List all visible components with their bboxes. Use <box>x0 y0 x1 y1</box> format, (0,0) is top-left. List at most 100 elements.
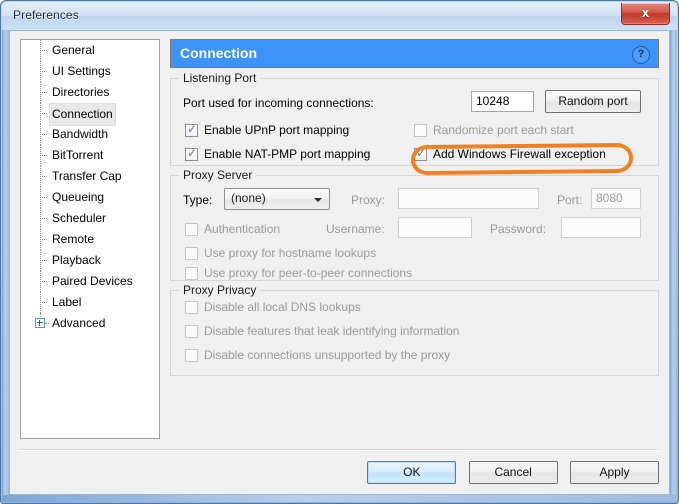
tree-line <box>40 197 47 199</box>
sidebar-item-label: Paired Devices <box>52 274 133 288</box>
proxy-type-value: (none) <box>231 191 266 205</box>
sidebar-item-label: Queueing <box>52 190 105 204</box>
proxy-username-input[interactable] <box>398 217 472 238</box>
settings-pane: Connection ? Listening Port Port used fo… <box>170 39 659 439</box>
window-title: Preferences <box>13 8 79 22</box>
checkbox-label: Enable UPnP port mapping <box>204 123 350 137</box>
footer-separator <box>20 449 659 451</box>
checkbox-box <box>185 349 198 362</box>
check-icon: ✓ <box>187 122 198 136</box>
sidebar-item-label: Directories <box>52 85 110 99</box>
proxy-privacy-group-title: Proxy Privacy <box>179 283 261 297</box>
tree-line <box>40 302 47 304</box>
tree-line <box>40 113 47 115</box>
help-icon[interactable]: ? <box>632 46 650 64</box>
sidebar-item-advanced[interactable]: Advanced <box>21 313 159 334</box>
sidebar-item-label: Advanced <box>52 316 106 330</box>
sidebar-item-label: UI Settings <box>52 64 111 78</box>
sidebar-item-transfer-cap[interactable]: Transfer Cap <box>21 166 159 187</box>
checkbox-label: Use proxy for peer-to-peer connections <box>204 266 413 280</box>
sidebar-item-label: Remote <box>52 232 95 246</box>
sidebar-item-bittorrent[interactable]: BitTorrent <box>21 145 159 166</box>
proxy-host-input[interactable] <box>398 188 539 209</box>
checkbox-label: Randomize port each start <box>433 123 574 137</box>
proxy-port-label: Port: <box>557 193 583 207</box>
sidebar-item-connection[interactable]: Connection <box>21 103 159 126</box>
check-icon: ✓ <box>416 146 427 160</box>
tree-line <box>40 50 47 52</box>
checkbox-label: Disable connections unsupported by the p… <box>204 348 451 362</box>
random-port-button[interactable]: Random port <box>545 90 641 113</box>
proxy-server-group: Proxy Server Type: (none) Proxy: Port: 8… <box>170 168 659 281</box>
proxy-password-input[interactable] <box>561 217 641 238</box>
checkbox-label: Disable all local DNS lookups <box>204 300 361 314</box>
checkbox-box: ✓ <box>414 146 427 161</box>
checkbox-box <box>185 223 198 236</box>
proxy-privacy-group: Proxy Privacy Disable all local DNS look… <box>170 283 659 376</box>
checkbox-label: Add Windows Firewall exception <box>433 147 606 161</box>
check-icon: ✓ <box>187 146 198 160</box>
listening-port-group: Listening Port Port used for incoming co… <box>170 71 659 166</box>
sidebar-item-label: Scheduler <box>52 211 107 225</box>
checkbox-box <box>414 124 427 137</box>
tree-line <box>40 71 47 73</box>
listening-port-group-title: Listening Port <box>179 71 261 85</box>
sidebar-item-remote[interactable]: Remote <box>21 229 159 250</box>
checkbox-label: Enable NAT-PMP port mapping <box>204 147 371 161</box>
tree-line <box>40 281 47 283</box>
checkbox-box <box>185 267 198 280</box>
close-icon: x <box>641 5 650 20</box>
proxy-port-input[interactable]: 8080 <box>591 188 641 209</box>
sidebar-item-paired-devices[interactable]: Paired Devices <box>21 271 159 292</box>
window-frame-bottom <box>2 495 677 502</box>
chevron-down-icon <box>314 198 322 202</box>
ok-button[interactable]: OK <box>367 461 457 484</box>
checkbox-label: Disable features that leak identifying i… <box>204 324 460 338</box>
sidebar-item-label: General <box>52 43 95 57</box>
checkbox-label: Authentication <box>204 222 281 236</box>
sidebar-item-label[interactable]: Label <box>21 292 159 313</box>
checkbox-box <box>185 247 198 260</box>
port-label: Port used for incoming connections: <box>183 96 374 110</box>
sidebar-item-directories[interactable]: Directories <box>21 82 159 103</box>
tree-line <box>40 155 47 157</box>
sidebar-item-label: Label <box>52 295 82 309</box>
dialog-client-area: General UI Settings Directories Connection B… <box>9 30 670 495</box>
checkbox-label: Use proxy for hostname lookups <box>204 246 377 260</box>
tree-line <box>40 260 47 262</box>
checkbox-box <box>185 325 198 338</box>
title-bar[interactable]: Preferences x <box>2 2 677 30</box>
proxy-host-label: Proxy: <box>351 193 386 207</box>
sidebar-item-label: Playback <box>52 253 101 267</box>
apply-button[interactable]: Apply <box>570 461 659 484</box>
pane-header: Connection ? <box>170 39 659 68</box>
sidebar-item-label: Bandwidth <box>52 127 109 141</box>
checkbox-box <box>185 301 198 314</box>
sidebar-item-label: BitTorrent <box>52 148 104 162</box>
tree-line <box>40 134 47 136</box>
proxy-type-select[interactable]: (none) <box>224 188 330 210</box>
close-button[interactable]: x <box>621 3 670 25</box>
window-frame-right <box>670 29 677 502</box>
sidebar-item-scheduler[interactable]: Scheduler <box>21 208 159 229</box>
sidebar-item-bandwidth[interactable]: Bandwidth <box>21 124 159 145</box>
sidebar-item-playback[interactable]: Playback <box>21 250 159 271</box>
tree-line <box>45 323 49 325</box>
proxy-type-label: Type: <box>183 193 213 207</box>
dialog-button-bar: OK Cancel Apply <box>367 461 659 484</box>
sidebar-item-label: Transfer Cap <box>52 169 122 183</box>
page-title: Connection <box>180 45 257 61</box>
expand-plus-icon[interactable] <box>35 318 45 328</box>
sidebar-item-general[interactable]: General <box>21 40 159 61</box>
sidebar-item-queueing[interactable]: Queueing <box>21 187 159 208</box>
proxy-password-label: Password: <box>490 222 547 236</box>
proxy-username-label: Username: <box>326 222 385 236</box>
cancel-button[interactable]: Cancel <box>468 461 558 484</box>
sidebar-item-ui-settings[interactable]: UI Settings <box>21 61 159 82</box>
port-input[interactable]: 10248 <box>471 91 534 112</box>
checkbox-box: ✓ <box>185 146 198 161</box>
tree-line <box>40 218 47 220</box>
settings-category-tree[interactable]: General UI Settings Directories Connection B… <box>20 39 160 439</box>
tree-line <box>40 176 47 178</box>
checkbox-box: ✓ <box>185 122 198 137</box>
